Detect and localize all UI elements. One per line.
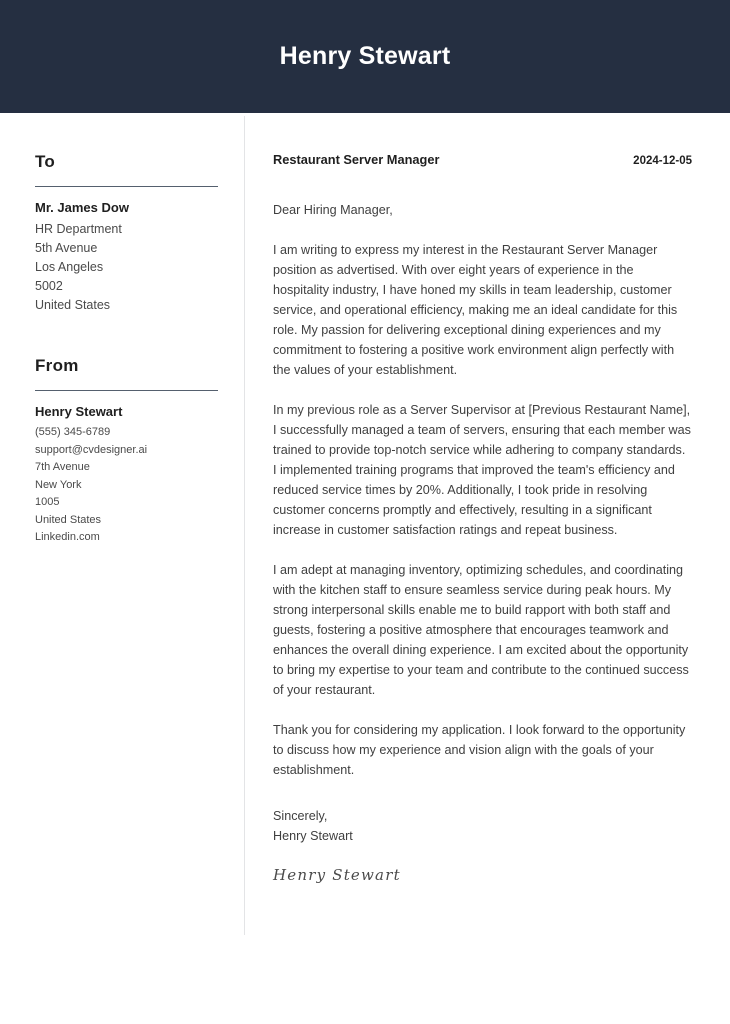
job-title: Restaurant Server Manager [273,152,440,167]
sender-line: 7th Avenue [35,461,90,473]
closing-block: Sincerely, Henry Stewart [273,806,692,846]
letter-paragraph: I am writing to express my interest in t… [273,243,678,377]
page-title: Henry Stewart [279,42,451,70]
salutation: Dear Hiring Manager, [273,203,393,217]
closing-word: Sincerely, [273,809,328,823]
sender-heading-rule [35,390,218,391]
signature: Henry Stewart [273,866,401,884]
recipient-line: 5002 [35,279,63,293]
column-divider [244,116,245,935]
sidebar: To Mr. James Dow HR Department 5th Avenu… [35,152,220,547]
sender-line: 1005 [35,496,60,508]
sender-line: New York [35,478,82,491]
letter-paragraph: Thank you for considering my application… [273,723,686,777]
sender-email: support@cvdesigner.ai [35,443,148,456]
sender-heading: From [35,356,79,375]
sender-name: Henry Stewart [35,404,123,419]
letter-date: 2024-12-05 [633,155,692,167]
letter-header-row: Restaurant Server Manager 2024-12-05 [273,152,692,167]
recipient-heading: To [35,152,56,171]
sender-block: From Henry Stewart (555) 345-6789 suppor… [35,356,220,547]
recipient-line: HR Department [35,222,122,236]
recipient-heading-rule [35,186,218,187]
header-band: Henry Stewart [0,0,730,113]
closing-name: Henry Stewart [273,829,353,843]
sender-phone: (555) 345-6789 [35,426,111,438]
recipient-block: To Mr. James Dow HR Department 5th Avenu… [35,152,220,315]
sender-line: United States [35,513,102,526]
recipient-line: United States [35,298,111,312]
sender-linkedin: Linkedin.com [35,531,100,543]
cover-letter-page: Henry Stewart To Mr. James Dow HR Depart… [0,0,730,1024]
recipient-name: Mr. James Dow [35,200,129,215]
letter-paragraph: In my previous role as a Server Supervis… [273,403,691,537]
letter-body: Restaurant Server Manager 2024-12-05 Dea… [273,152,692,884]
recipient-line: 5th Avenue [35,241,98,255]
recipient-line: Los Angeles [35,260,104,274]
letter-paragraph: I am adept at managing inventory, optimi… [273,563,689,697]
